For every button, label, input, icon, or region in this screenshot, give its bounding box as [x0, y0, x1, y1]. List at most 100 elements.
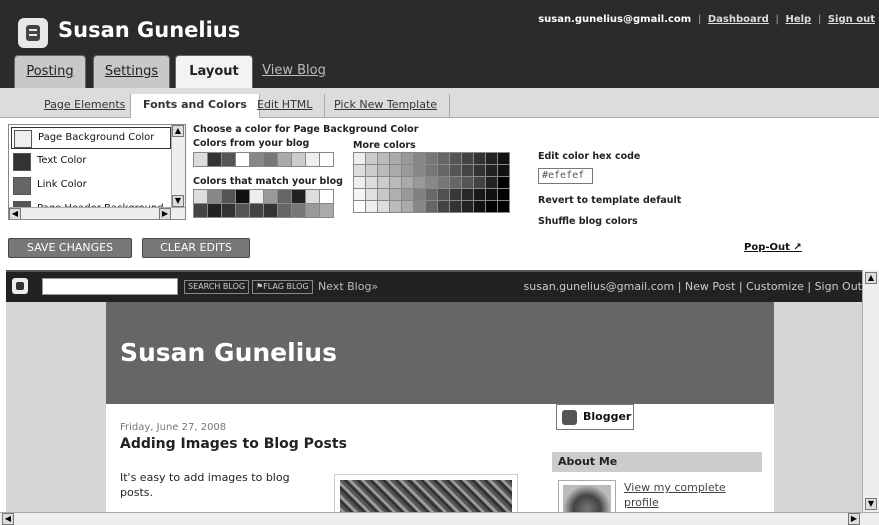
color-swatch[interactable]	[462, 189, 473, 200]
color-swatch[interactable]	[378, 153, 389, 164]
blogger-navbar-icon[interactable]	[12, 278, 28, 294]
post-image[interactable]	[334, 474, 518, 512]
navbar-account-links[interactable]: susan.gunelius@gmail.com | New Post | Cu…	[524, 280, 862, 293]
color-swatch[interactable]	[264, 190, 277, 203]
color-swatch[interactable]	[450, 177, 461, 188]
scroll-down-icon[interactable]: ▼	[865, 498, 877, 510]
color-swatch[interactable]	[378, 189, 389, 200]
help-link[interactable]: Help	[785, 14, 811, 25]
color-swatch[interactable]	[222, 190, 235, 203]
color-swatch[interactable]	[222, 204, 235, 217]
color-swatch[interactable]	[474, 177, 485, 188]
colors-match-blog-grid[interactable]	[193, 189, 334, 218]
color-swatch[interactable]	[486, 165, 497, 176]
tab-view-blog[interactable]: View Blog	[258, 55, 330, 88]
color-swatch[interactable]	[414, 153, 425, 164]
subtab-page-elements[interactable]: Page Elements	[32, 94, 139, 118]
scroll-left-icon[interactable]: ◀	[9, 208, 21, 219]
color-swatch[interactable]	[450, 201, 461, 212]
color-swatch[interactable]	[320, 190, 333, 203]
color-swatch[interactable]	[462, 153, 473, 164]
color-swatch[interactable]	[462, 201, 473, 212]
color-swatch[interactable]	[390, 189, 401, 200]
shuffle-colors-link[interactable]: Shuffle blog colors	[538, 216, 638, 227]
color-swatch[interactable]	[264, 204, 277, 217]
color-swatch[interactable]	[378, 177, 389, 188]
color-swatch[interactable]	[278, 153, 291, 166]
view-profile-link[interactable]: View my complete profile	[624, 480, 744, 510]
blogger-logo-icon[interactable]	[18, 18, 48, 48]
color-swatch[interactable]	[194, 204, 207, 217]
color-swatch[interactable]	[486, 189, 497, 200]
color-swatch[interactable]	[390, 153, 401, 164]
color-swatch[interactable]	[264, 153, 277, 166]
scroll-left-icon[interactable]: ◀	[2, 513, 14, 525]
color-swatch[interactable]	[354, 177, 365, 188]
color-swatch[interactable]	[390, 165, 401, 176]
pop-out-link[interactable]: Pop-Out ↗	[744, 242, 802, 253]
color-swatch[interactable]	[378, 165, 389, 176]
color-swatch[interactable]	[292, 190, 305, 203]
subtab-edit-html[interactable]: Edit HTML	[245, 94, 326, 118]
color-swatch[interactable]	[438, 165, 449, 176]
scroll-up-icon[interactable]: ▲	[172, 125, 184, 137]
tab-layout[interactable]: Layout	[175, 55, 253, 88]
color-swatch[interactable]	[354, 165, 365, 176]
element-list[interactable]: Page Background Color Text Color Link Co…	[8, 124, 186, 220]
search-blog-button[interactable]: SEARCH BLOG	[184, 280, 250, 294]
color-swatch[interactable]	[208, 190, 221, 203]
color-swatch[interactable]	[402, 189, 413, 200]
color-swatch[interactable]	[438, 153, 449, 164]
color-swatch[interactable]	[402, 201, 413, 212]
subtab-fonts-and-colors[interactable]: Fonts and Colors	[130, 94, 260, 118]
color-swatch[interactable]	[498, 165, 509, 176]
color-swatch[interactable]	[414, 201, 425, 212]
list-item[interactable]: Page Background Color	[11, 127, 171, 149]
color-swatch[interactable]	[320, 204, 333, 217]
color-swatch[interactable]	[474, 153, 485, 164]
list-horizontal-scrollbar[interactable]: ◀ ▶	[9, 207, 185, 219]
color-swatch[interactable]	[402, 153, 413, 164]
scroll-right-icon[interactable]: ▶	[848, 513, 860, 525]
blog-title[interactable]: Susan Gunelius	[120, 338, 337, 367]
color-swatch[interactable]	[402, 177, 413, 188]
scroll-down-icon[interactable]: ▼	[172, 195, 184, 207]
color-swatch[interactable]	[438, 201, 449, 212]
clear-edits-button[interactable]: CLEAR EDITS	[142, 238, 250, 258]
color-swatch[interactable]	[366, 189, 377, 200]
tab-posting[interactable]: Posting	[14, 55, 86, 88]
color-swatch[interactable]	[208, 153, 221, 166]
color-swatch[interactable]	[402, 165, 413, 176]
color-swatch[interactable]	[450, 189, 461, 200]
color-swatch[interactable]	[450, 165, 461, 176]
color-swatch[interactable]	[474, 165, 485, 176]
color-swatch[interactable]	[462, 177, 473, 188]
color-swatch[interactable]	[426, 189, 437, 200]
sign-out-link[interactable]: Sign out	[828, 14, 875, 25]
color-swatch[interactable]	[366, 177, 377, 188]
color-swatch[interactable]	[222, 153, 235, 166]
dashboard-link[interactable]: Dashboard	[708, 14, 769, 25]
color-swatch[interactable]	[474, 189, 485, 200]
color-swatch[interactable]	[426, 177, 437, 188]
color-swatch[interactable]	[250, 204, 263, 217]
colors-from-blog-grid[interactable]	[193, 152, 334, 167]
post-title[interactable]: Adding Images to Blog Posts	[120, 436, 347, 452]
color-swatch[interactable]	[306, 190, 319, 203]
flag-blog-button[interactable]: ⚑FLAG BLOG	[252, 280, 313, 294]
list-vertical-scrollbar[interactable]: ▲ ▼	[171, 125, 185, 207]
color-swatch[interactable]	[390, 201, 401, 212]
hex-code-input[interactable]: #efefef	[538, 168, 593, 184]
color-swatch[interactable]	[306, 204, 319, 217]
color-swatch[interactable]	[236, 153, 249, 166]
color-swatch[interactable]	[498, 201, 509, 212]
color-swatch[interactable]	[306, 153, 319, 166]
color-swatch[interactable]	[414, 165, 425, 176]
color-swatch[interactable]	[462, 165, 473, 176]
color-swatch[interactable]	[236, 190, 249, 203]
color-swatch[interactable]	[486, 201, 497, 212]
next-blog-link[interactable]: Next Blog»	[318, 280, 378, 293]
color-swatch[interactable]	[250, 190, 263, 203]
list-item[interactable]: Link Color	[11, 175, 171, 197]
blogger-badge[interactable]: Blogger	[556, 404, 634, 430]
